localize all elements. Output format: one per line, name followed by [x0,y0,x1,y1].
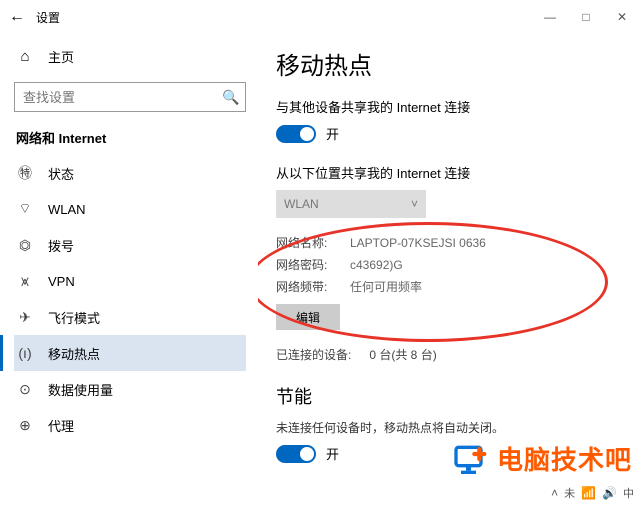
wlan-icon: ⌔ [16,200,34,218]
sidebar-item-wlan[interactable]: ⌔ WLAN [14,191,246,227]
connected-value: 0 台(共 8 台) [369,346,436,363]
sidebar-item-label: 代理 [48,416,74,435]
close-button[interactable]: ✕ [604,3,640,31]
sidebar-item-label: 飞行模式 [48,308,100,327]
chevron-down-icon: ˅ [411,197,418,211]
home-icon: ⌂ [16,48,34,65]
share-label: 与其他设备共享我的 Internet 连接 [276,97,622,116]
from-label: 从以下位置共享我的 Internet 连接 [276,163,622,182]
connected-label: 已连接的设备: [276,346,351,363]
source-value: WLAN [284,197,319,211]
vpn-icon: ⩙ [16,273,34,290]
status-icon: ㊕ [16,163,34,183]
sidebar-item-vpn[interactable]: ⩙ VPN [14,263,246,299]
sidebar-item-data-usage[interactable]: ⊙ 数据使用量 [14,371,246,407]
sidebar-item-label: VPN [48,274,75,289]
search-box[interactable]: 🔍 [14,82,246,112]
source-dropdown[interactable]: WLAN ˅ [276,190,426,218]
maximize-button[interactable]: □ [568,3,604,31]
back-button[interactable]: ← [0,8,34,26]
sidebar-item-label: 拨号 [48,236,74,255]
share-toggle[interactable] [276,125,316,143]
minimize-button[interactable]: — [532,3,568,31]
network-band-label: 网络频带: [276,276,350,298]
sidebar-item-dialup[interactable]: ⏣ 拨号 [14,227,246,263]
sidebar-item-status[interactable]: ㊕ 状态 [14,155,246,191]
sidebar-item-label: 状态 [48,164,74,183]
search-icon: 🔍 [217,89,245,106]
sidebar-item-hotspot[interactable]: (ı) 移动热点 [14,335,246,371]
data-usage-icon: ⊙ [16,381,34,398]
powersave-toggle[interactable] [276,445,316,463]
sidebar-item-label: 移动热点 [48,344,100,363]
sidebar-item-airplane[interactable]: ✈ 飞行模式 [14,299,246,335]
window-title: 设置 [36,9,60,26]
powersave-toggle-label: 开 [326,444,339,463]
network-password-label: 网络密码: [276,254,350,276]
sidebar-category: 网络和 Internet [16,128,246,147]
home-label: 主页 [48,47,74,66]
network-name-value: LAPTOP-07KSEJSI 0636 [350,232,486,254]
hotspot-icon: (ı) [16,345,34,361]
edit-button[interactable]: 编辑 [276,304,340,330]
search-input[interactable] [15,90,217,105]
sidebar-item-label: 数据使用量 [48,380,113,399]
sidebar-home[interactable]: ⌂ 主页 [14,40,246,72]
content-pane: 移动热点 与其他设备共享我的 Internet 连接 开 从以下位置共享我的 I… [258,34,640,505]
powersave-desc: 未连接任何设备时，移动热点将自动关闭。 [276,419,622,436]
sidebar-item-label: WLAN [48,202,86,217]
airplane-icon: ✈ [16,309,34,326]
page-title: 移动热点 [276,46,622,81]
network-password-value: c43692)G [350,254,403,276]
network-band-value: 任何可用频率 [350,276,422,298]
share-toggle-label: 开 [326,124,339,143]
proxy-icon: ⊕ [16,417,34,434]
sidebar: ⌂ 主页 🔍 网络和 Internet ㊕ 状态 ⌔ WLAN ⏣ 拨号 ⩙ V… [0,34,258,505]
powersave-heading: 节能 [276,383,622,409]
network-name-label: 网络名称: [276,232,350,254]
sidebar-item-proxy[interactable]: ⊕ 代理 [14,407,246,443]
dialup-icon: ⏣ [16,237,34,254]
